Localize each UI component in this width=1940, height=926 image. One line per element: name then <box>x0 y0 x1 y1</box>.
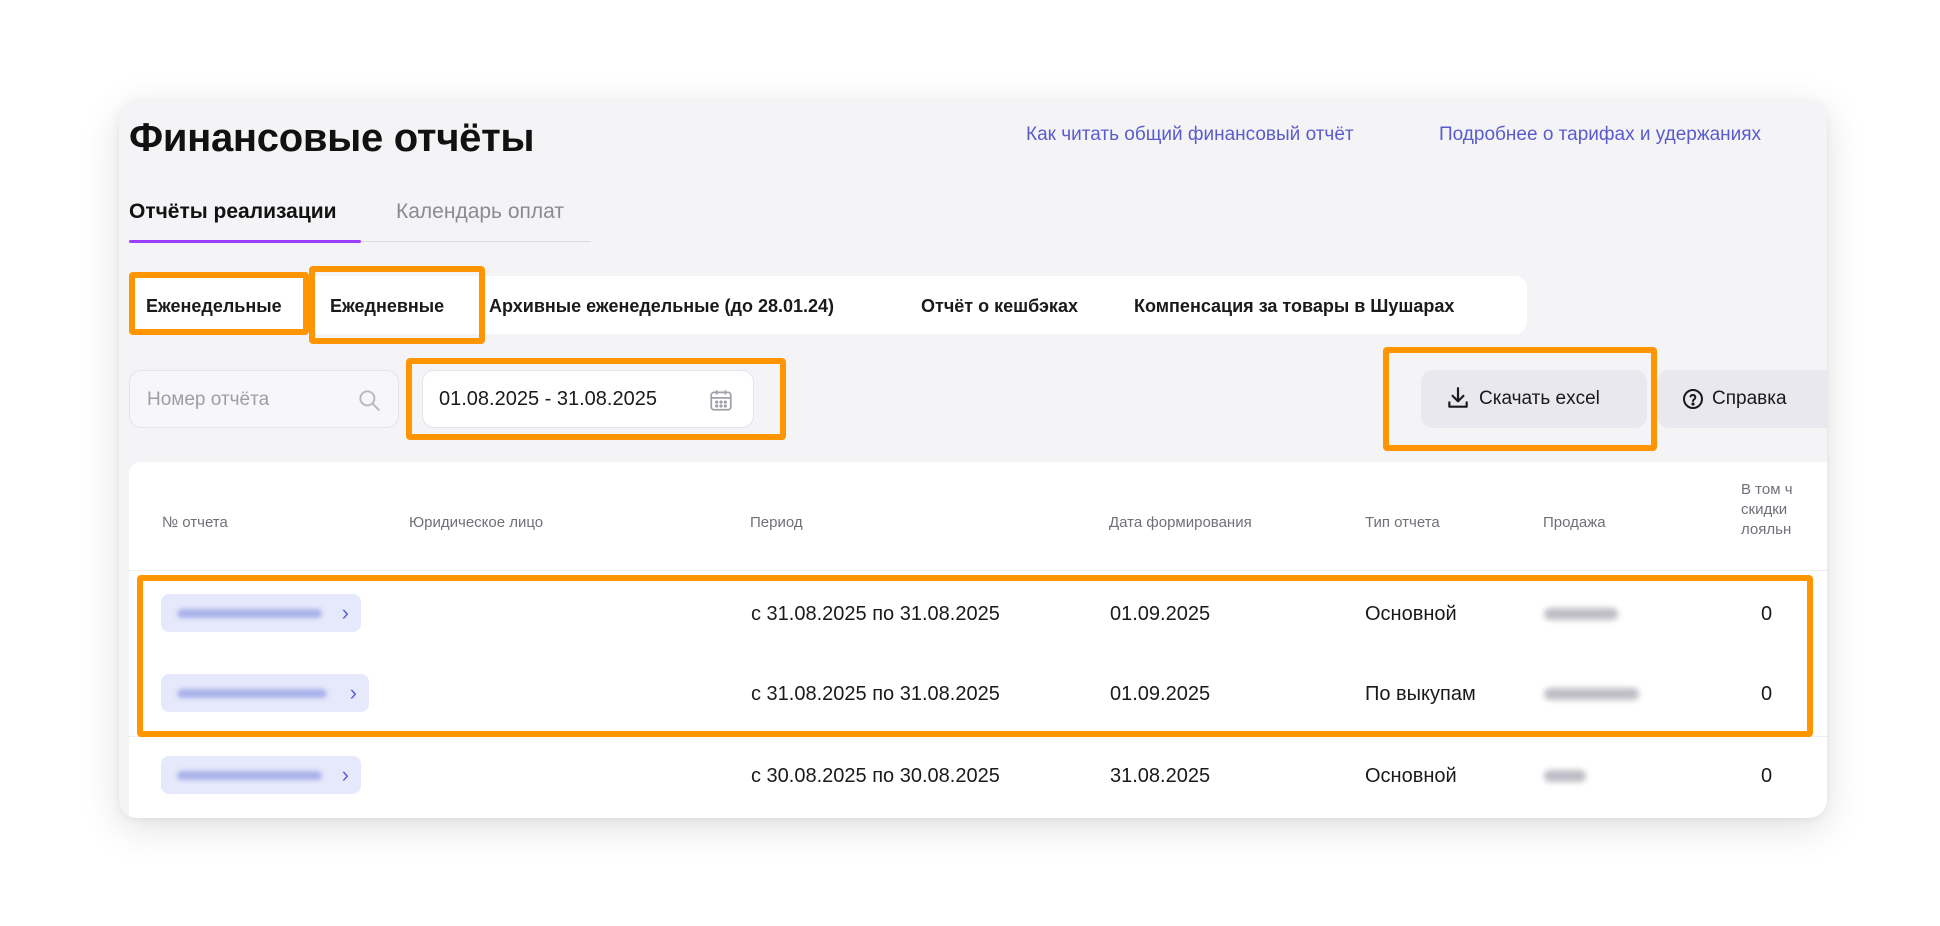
loyalty-discount-cell: 0 <box>1761 765 1773 787</box>
period-cell: с 30.08.2025 по 30.08.2025 <box>751 765 1000 787</box>
row-separator <box>129 736 1827 737</box>
search-placeholder: Номер отчёта <box>147 389 270 410</box>
subtab-cashback-report[interactable]: Отчёт о кешбэках <box>921 296 1078 317</box>
column-header-report-type: Тип отчета <box>1365 514 1440 531</box>
report-number-blurred <box>177 609 322 618</box>
report-number-link[interactable]: › <box>161 756 361 794</box>
page-title: Финансовые отчёты <box>129 116 535 160</box>
date-range-picker[interactable]: 01.08.2025 - 31.08.2025 <box>422 370 754 428</box>
created-date-cell: 31.08.2025 <box>1110 765 1211 787</box>
sales-value-blurred <box>1544 608 1618 620</box>
report-type-cell: Основной <box>1365 603 1457 625</box>
header-separator <box>129 570 1827 571</box>
sales-value-blurred <box>1544 688 1639 700</box>
created-date-cell: 01.09.2025 <box>1110 683 1211 705</box>
download-excel-button[interactable]: Скачать excel <box>1421 370 1647 428</box>
help-button[interactable]: Справка <box>1657 370 1827 428</box>
reports-table: № отчета Юридическое лицо Период Дата фо… <box>129 462 1827 818</box>
financial-reports-card: Финансовые отчёты Как читать общий финан… <box>119 100 1827 818</box>
sales-value-blurred <box>1544 770 1586 782</box>
subtab-weekly[interactable]: Еженедельные <box>146 296 282 317</box>
column-header-loyalty-discount: В том ч скидки лояльн <box>1741 481 1793 538</box>
period-cell: с 31.08.2025 по 31.08.2025 <box>751 603 1000 625</box>
download-icon <box>1448 387 1468 408</box>
question-circle-icon <box>1683 389 1703 409</box>
subtab-shushary-compensation[interactable]: Компенсация за товары в Шушарах <box>1134 296 1454 317</box>
report-type-cell: Основной <box>1365 765 1457 787</box>
report-number-blurred <box>177 689 327 698</box>
calendar-icon <box>710 390 732 411</box>
chevron-right-icon: › <box>341 600 349 625</box>
created-date-cell: 01.09.2025 <box>1110 603 1211 625</box>
tab-payment-calendar[interactable]: Календарь оплат <box>396 200 564 224</box>
report-type-cell: По выкупам <box>1365 683 1476 705</box>
search-input[interactable]: Номер отчёта <box>129 370 399 428</box>
period-cell: с 31.08.2025 по 31.08.2025 <box>751 683 1000 705</box>
column-header-sales: Продажа <box>1543 514 1606 531</box>
download-excel-label: Скачать excel <box>1479 388 1600 409</box>
tariffs-info-link[interactable]: Подробнее о тарифах и удержаниях <box>1439 124 1761 146</box>
report-number-blurred <box>177 771 322 780</box>
column-header-legal-entity: Юридическое лицо <box>409 514 544 531</box>
column-header-period: Период <box>750 514 803 531</box>
column-header-created-date: Дата формирования <box>1109 514 1252 531</box>
subtab-archived-weekly[interactable]: Архивные еженедельные (до 28.01.24) <box>489 296 834 317</box>
tab-divider <box>361 241 591 242</box>
how-to-read-report-link[interactable]: Как читать общий финансовый отчёт <box>1026 124 1354 146</box>
search-icon <box>359 390 380 411</box>
chevron-right-icon: › <box>341 762 349 787</box>
date-range-value: 01.08.2025 - 31.08.2025 <box>439 388 657 410</box>
chevron-right-icon: › <box>349 680 357 705</box>
subtab-daily[interactable]: Ежедневные <box>330 296 444 317</box>
report-number-link[interactable]: › <box>161 674 369 712</box>
help-label: Справка <box>1712 388 1787 409</box>
report-number-link[interactable]: › <box>161 594 361 632</box>
tab-sales-reports[interactable]: Отчёты реализации <box>129 200 337 224</box>
loyalty-discount-cell: 0 <box>1761 683 1773 705</box>
column-header-report-number: № отчета <box>162 514 228 531</box>
active-tab-indicator <box>129 240 361 243</box>
loyalty-discount-cell: 0 <box>1761 603 1773 625</box>
